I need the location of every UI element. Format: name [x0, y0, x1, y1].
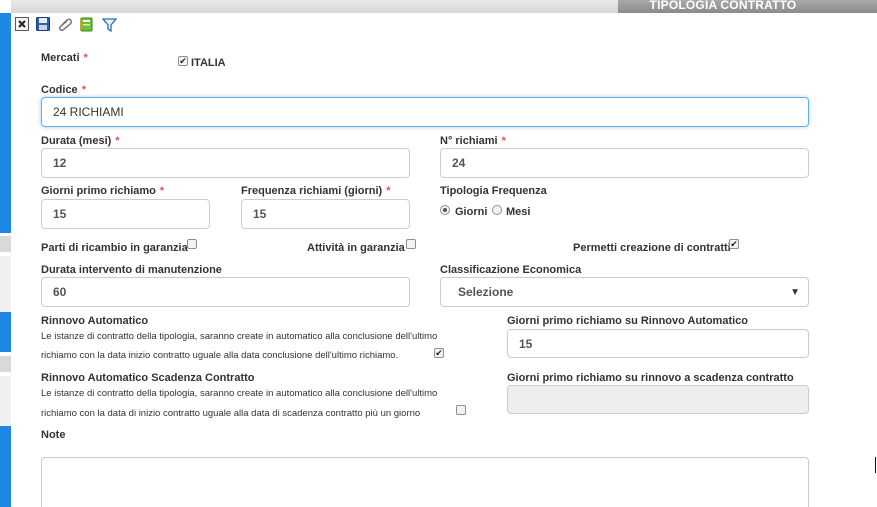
codice-label-text: Codice — [41, 84, 78, 96]
mercati-italia-checkbox[interactable]: ✔ — [178, 56, 188, 66]
required-mark: * — [159, 185, 165, 197]
rinnovo-scadenza-label: Rinnovo Automatico Scadenza Contratto — [41, 372, 255, 384]
radio-mesi-label: Mesi — [506, 206, 531, 218]
giorni-scadenza-label: Giorni primo richiamo su rinnovo a scade… — [507, 372, 794, 384]
giorni-rinnovo-input-value: 15 — [519, 336, 533, 351]
classificazione-select-value: Selezione — [458, 285, 514, 299]
required-mark: * — [115, 135, 120, 147]
attach-icon[interactable] — [57, 17, 72, 32]
frequenza-input[interactable]: 15 — [241, 199, 410, 229]
n-richiami-input[interactable]: 24 — [440, 148, 809, 178]
durata-intervento-input[interactable]: 60 — [41, 277, 410, 307]
n-richiami-input-value: 24 — [452, 156, 466, 170]
mercati-label: Mercati * — [41, 52, 88, 64]
giorni-primo-label: Giorni primo richiamo * — [41, 185, 164, 197]
codice-label: Codice * — [41, 84, 86, 96]
filter-icon[interactable] — [101, 17, 118, 33]
permetti-creazione-checkbox[interactable]: ✔ — [729, 239, 739, 249]
frequenza-label-text: Frequenza richiami (giorni) — [241, 185, 383, 197]
notes-icon[interactable] — [80, 17, 94, 32]
frequenza-label: Frequenza richiami (giorni) * — [241, 185, 390, 197]
chevron-down-icon: ▼ — [790, 287, 800, 298]
sidebar-segment[interactable] — [0, 312, 11, 352]
giorni-primo-label-text: Giorni primo richiamo — [41, 185, 156, 197]
sidebar-segment — [0, 236, 11, 252]
window-title: TIPOLOGIA CONTRATTO — [649, 0, 797, 12]
permetti-creazione-label: Permetti creazione di contratti — [573, 242, 731, 254]
giorni-rinnovo-input[interactable]: 15 — [507, 329, 809, 358]
required-mark: * — [81, 84, 86, 96]
rinnovo-automatico-desc: Le istanze di contratto della tipologia,… — [41, 331, 438, 342]
durata-intervento-input-value: 60 — [53, 285, 67, 299]
radio-mesi[interactable] — [492, 205, 502, 215]
rinnovo-automatico-checkbox[interactable]: ✔ — [434, 348, 444, 358]
note-label: Note — [41, 429, 66, 441]
giorni-primo-input[interactable]: 15 — [41, 199, 210, 229]
n-richiami-label: N° richiami * — [440, 135, 506, 147]
rinnovo-automatico-desc: richiamo con la data inizio contratto ug… — [41, 350, 399, 361]
attivita-garanzia-label: Attività in garanzia — [307, 242, 405, 254]
classificazione-label: Classificazione Economica — [440, 264, 582, 276]
sidebar-segment[interactable] — [0, 426, 11, 507]
frequenza-input-value: 15 — [253, 207, 267, 221]
mercati-italia-label: ITALIA — [191, 57, 226, 69]
attivita-garanzia-checkbox[interactable] — [406, 239, 416, 249]
n-richiami-label-text: N° richiami — [440, 135, 498, 147]
sidebar-edge — [0, 0, 11, 507]
durata-input[interactable]: 12 — [41, 148, 410, 178]
classificazione-select[interactable]: Selezione ▼ — [440, 277, 809, 307]
rinnovo-scadenza-desc: richiamo con la data di inizio contratto… — [41, 408, 421, 419]
radio-giorni[interactable] — [440, 205, 450, 215]
codice-input-value: 24 RICHIAMI — [53, 105, 124, 119]
parti-ricambio-checkbox[interactable] — [187, 239, 197, 249]
tipologia-frequenza-label: Tipologia Frequenza — [440, 185, 547, 197]
durata-label-text: Durata (mesi) — [41, 135, 112, 147]
note-textarea[interactable] — [41, 457, 809, 507]
codice-input[interactable]: 24 RICHIAMI — [41, 97, 809, 127]
text-cursor — [875, 457, 876, 473]
mercati-label-text: Mercati — [41, 52, 80, 64]
sidebar-segment — [0, 356, 11, 372]
rinnovo-scadenza-checkbox[interactable] — [456, 405, 466, 415]
rinnovo-scadenza-desc: Le istanze di contratto della tipologia,… — [41, 388, 438, 399]
radio-giorni-label: Giorni — [455, 206, 488, 218]
required-mark: * — [501, 135, 506, 147]
close-icon[interactable] — [15, 17, 29, 31]
rinnovo-automatico-label: Rinnovo Automatico — [41, 315, 149, 327]
required-mark: * — [83, 52, 88, 64]
durata-input-value: 12 — [53, 156, 67, 170]
sidebar-segment[interactable] — [0, 13, 11, 233]
giorni-scadenza-input[interactable] — [507, 385, 809, 414]
required-mark: * — [386, 185, 391, 197]
sidebar-segment — [0, 376, 11, 426]
durata-intervento-label: Durata intervento di manutenzione — [41, 264, 222, 276]
durata-label: Durata (mesi) * — [41, 135, 120, 147]
sidebar-segment — [0, 256, 11, 312]
giorni-primo-input-value: 15 — [53, 207, 67, 221]
parti-ricambio-label: Parti di ricambio in garanzia — [41, 242, 188, 254]
save-icon[interactable] — [36, 17, 50, 31]
giorni-rinnovo-label: Giorni primo richiamo su Rinnovo Automat… — [507, 315, 748, 327]
